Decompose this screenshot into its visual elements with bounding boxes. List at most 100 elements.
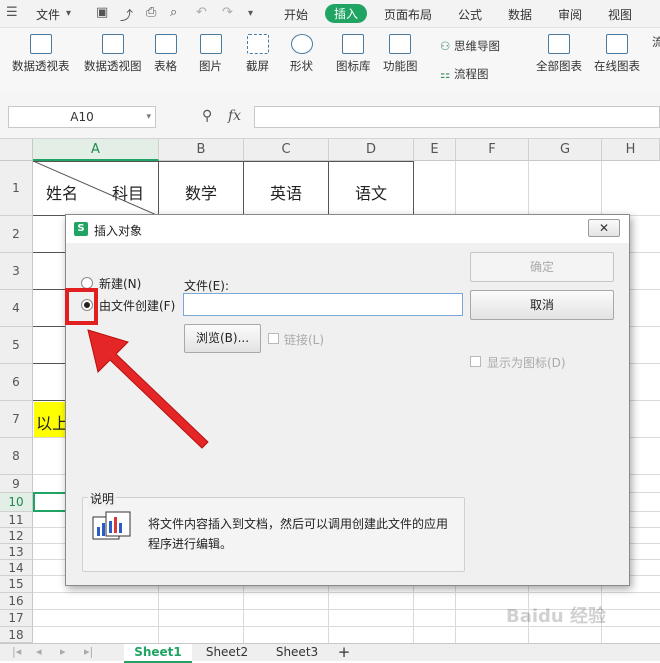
row-header[interactable]: 17 xyxy=(0,610,33,627)
row-header[interactable]: 11 xyxy=(0,512,33,528)
file-menu[interactable]: 文件 xyxy=(36,6,60,23)
prev-sheet-icon[interactable]: ◂ xyxy=(36,645,42,658)
link-checkbox[interactable] xyxy=(268,333,279,344)
undo-icon[interactable]: ↶ xyxy=(196,5,207,20)
save-icon[interactable]: ▣ xyxy=(96,5,108,20)
mind-map-button[interactable]: ⚇ 思维导图 xyxy=(440,38,500,54)
row-header[interactable]: 12 xyxy=(0,528,33,544)
tab-page-layout[interactable]: 页面布局 xyxy=(384,6,432,23)
menu-icon[interactable]: ☰ xyxy=(6,5,18,20)
cell-a7[interactable]: 以上 xyxy=(36,410,68,434)
close-icon[interactable]: ✕ xyxy=(588,219,620,237)
tab-formulas[interactable]: 公式 xyxy=(458,6,482,23)
print-preview-icon[interactable]: ⌕ xyxy=(170,5,177,20)
description-title: 说明 xyxy=(88,490,117,507)
sheet-tab-sheet2[interactable]: Sheet2 xyxy=(194,644,260,661)
dialog-titlebar: S 插入对象 ✕ xyxy=(66,215,629,243)
column-header-a[interactable]: A xyxy=(33,139,159,161)
icon-library-label: 图标库 xyxy=(336,59,371,73)
column-header-h[interactable]: H xyxy=(602,139,660,161)
share-icon[interactable]: ⤴ xyxy=(120,5,133,24)
row-header[interactable]: 4 xyxy=(0,290,33,327)
formula-input[interactable] xyxy=(254,106,660,128)
tab-review[interactable]: 审阅 xyxy=(558,6,582,23)
row-header[interactable]: 7 xyxy=(0,401,33,438)
next-sheet-icon[interactable]: ▸ xyxy=(60,645,66,658)
row-header[interactable]: 18 xyxy=(0,627,33,643)
column-header-b[interactable]: B xyxy=(159,139,244,161)
chevron-down-icon[interactable]: ▾ xyxy=(146,107,151,127)
pivot-table-button[interactable]: 数据透视表 xyxy=(12,34,70,74)
cell-a1-right[interactable]: 科目 xyxy=(112,180,144,204)
sheet-tab-sheet3[interactable]: Sheet3 xyxy=(264,644,330,661)
flowchart-icon: ⚏ xyxy=(440,67,451,81)
zoom-icon[interactable]: ⚲ xyxy=(202,108,212,124)
online-charts-button[interactable]: 在线图表 xyxy=(594,34,640,74)
flowchart-label: 流程图 xyxy=(453,67,489,81)
table-border xyxy=(328,161,329,216)
more-icon[interactable]: ▾ xyxy=(248,8,253,19)
column-header-g[interactable]: G xyxy=(529,139,602,161)
show-as-icon-label[interactable]: 显示为图标(D) xyxy=(487,354,566,371)
icon-library-button[interactable]: 图标库 xyxy=(336,34,371,74)
row-header[interactable]: 16 xyxy=(0,593,33,610)
fx-icon[interactable]: fx xyxy=(228,108,241,124)
tab-view[interactable]: 视图 xyxy=(608,6,632,23)
row-header[interactable]: 15 xyxy=(0,576,33,593)
pivot-chart-icon xyxy=(101,34,124,54)
column-header-c[interactable]: C xyxy=(244,139,329,161)
function-chart-button[interactable]: 功能图 xyxy=(383,34,418,74)
sheet-tab-bar: |◂ ◂ ▸ ▸| Sheet1 Sheet2 Sheet3 + xyxy=(0,643,660,663)
ribbon-overflow-item[interactable]: 流 xyxy=(652,34,660,50)
menu-bar: ☰ 文件 ▾ ▣ ⤴ ⎙ ⌕ ↶ ↷ ▾ 开始 插入 页面布局 公式 数据 审阅… xyxy=(0,0,660,28)
last-sheet-icon[interactable]: ▸| xyxy=(84,645,93,658)
show-as-icon-checkbox[interactable] xyxy=(470,356,481,367)
first-sheet-icon[interactable]: |◂ xyxy=(12,645,21,658)
radio-from-file-label[interactable]: 由文件创建(F) xyxy=(99,297,175,314)
shapes-button[interactable]: 形状 xyxy=(290,34,313,74)
row-header[interactable]: 10 xyxy=(0,493,33,512)
print-icon[interactable]: ⎙ xyxy=(146,5,156,20)
sheet-tab-sheet1[interactable]: Sheet1 xyxy=(124,644,192,663)
select-all-corner[interactable] xyxy=(0,139,33,161)
tab-home[interactable]: 开始 xyxy=(284,6,308,23)
radio-new-label[interactable]: 新建(N) xyxy=(99,275,141,292)
row-header[interactable]: 14 xyxy=(0,560,33,576)
mind-map-label: 思维导图 xyxy=(453,39,500,53)
row-header[interactable]: 8 xyxy=(0,438,33,475)
add-sheet-button[interactable]: + xyxy=(334,644,354,661)
cell-a1-left[interactable]: 姓名 xyxy=(46,180,78,204)
row-header[interactable]: 5 xyxy=(0,327,33,364)
cancel-button[interactable]: 取消 xyxy=(470,290,614,320)
pivot-chart-button[interactable]: 数据透视图 xyxy=(84,34,142,74)
column-header-d[interactable]: D xyxy=(329,139,414,161)
chevron-down-icon[interactable]: ▾ xyxy=(66,8,71,19)
cell-d1[interactable]: 语文 xyxy=(355,180,387,204)
table-border xyxy=(413,161,414,216)
cell-b1[interactable]: 数学 xyxy=(185,180,217,204)
link-label[interactable]: 链接(L) xyxy=(284,331,324,348)
object-preview-icon xyxy=(92,511,131,540)
name-box[interactable]: A10 ▾ xyxy=(8,106,156,128)
row-header[interactable]: 9 xyxy=(0,475,33,493)
column-header-f[interactable]: F xyxy=(456,139,529,161)
tab-data[interactable]: 数据 xyxy=(508,6,532,23)
column-header-e[interactable]: E xyxy=(414,139,456,161)
row-header[interactable]: 2 xyxy=(0,216,33,253)
gridline xyxy=(33,592,660,593)
redo-icon[interactable]: ↷ xyxy=(222,5,233,20)
flowchart-button[interactable]: ⚏ 流程图 xyxy=(440,66,488,82)
picture-button[interactable]: 图片 xyxy=(199,34,222,74)
row-header[interactable]: 6 xyxy=(0,364,33,401)
description-line-2: 程序进行编辑。 xyxy=(148,537,233,551)
tab-insert[interactable]: 插入 xyxy=(325,4,368,23)
all-charts-button[interactable]: 全部图表 xyxy=(536,34,582,74)
cell-c1[interactable]: 英语 xyxy=(270,180,302,204)
row-header[interactable]: 3 xyxy=(0,253,33,290)
row-header[interactable]: 13 xyxy=(0,544,33,560)
ok-button[interactable]: 确定 xyxy=(470,252,614,282)
screenshot-button[interactable]: 截屏 xyxy=(246,34,269,74)
table-button[interactable]: 表格 xyxy=(154,34,177,74)
row-header[interactable]: 1 xyxy=(0,161,33,216)
file-path-input[interactable] xyxy=(183,293,463,316)
